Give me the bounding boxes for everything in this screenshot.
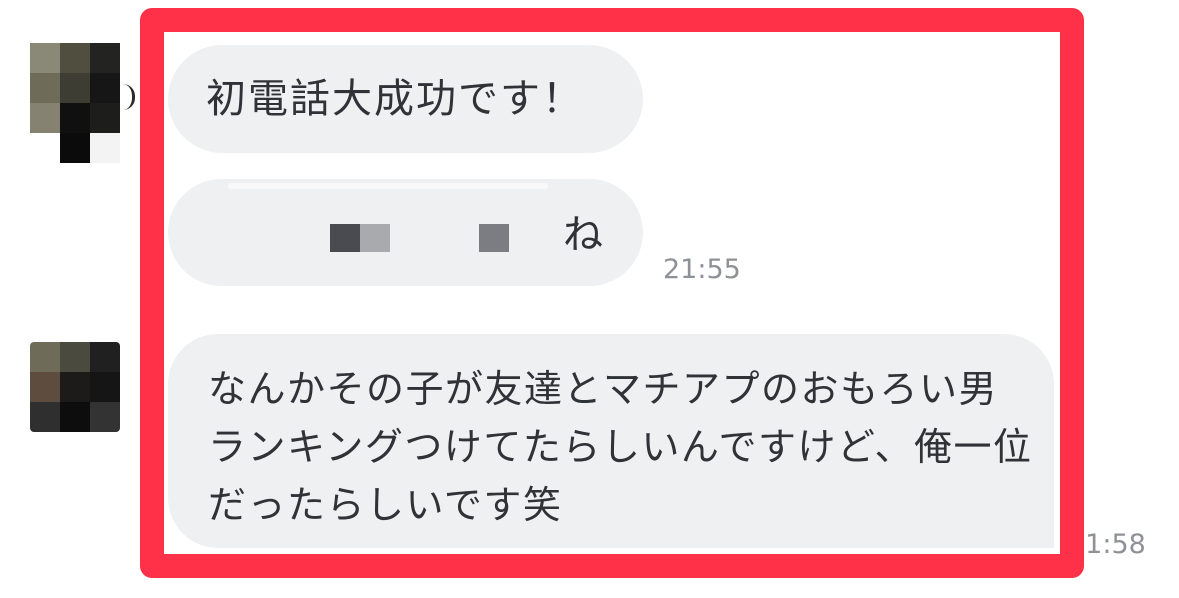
redacted-text — [479, 224, 509, 252]
avatar-pixel — [30, 342, 60, 372]
message-bubble[interactable]: なんかその子が友達とマチアプのおもろい男ランキングつけてたらしいんですけど、俺一… — [168, 334, 1054, 548]
message-bubble[interactable]: ね — [168, 179, 643, 286]
avatar-pixel — [60, 73, 90, 103]
message-text: ね — [563, 212, 603, 258]
avatar-pixel — [60, 43, 90, 73]
avatar-pixel — [90, 372, 120, 402]
avatar-pixel — [30, 372, 60, 402]
avatar-pixel — [60, 372, 90, 402]
avatar-pixel — [90, 43, 120, 73]
sender-avatar[interactable] — [30, 342, 120, 432]
avatar-pixel — [30, 103, 60, 133]
sender-avatar[interactable] — [30, 43, 120, 133]
redacted-text — [360, 224, 390, 252]
avatar-pixel — [60, 402, 90, 432]
avatar-edge — [122, 84, 135, 110]
message-text: 初電話大成功です！ — [206, 76, 584, 122]
avatar-pixel — [90, 402, 120, 432]
avatar-pixel — [90, 133, 120, 163]
avatar-pixel — [30, 73, 60, 103]
avatar-pixel — [30, 402, 60, 432]
avatar-pixel — [30, 43, 60, 73]
message-bubble[interactable]: 初電話大成功です！ — [168, 45, 643, 153]
redacted-text — [330, 224, 360, 252]
message-text: なんかその子が友達とマチアプのおもろい男ランキングつけてたらしいんですけど、俺一… — [208, 367, 1033, 527]
avatar-pixel — [60, 342, 90, 372]
avatar-pixel — [90, 103, 120, 133]
message-timestamp: 21:58 — [1068, 529, 1146, 560]
avatar-pixel — [90, 73, 120, 103]
message-timestamp: 21:55 — [663, 254, 741, 285]
redaction-strip — [228, 183, 548, 189]
avatar-pixel — [90, 342, 120, 372]
avatar-pixel — [60, 133, 90, 163]
avatar-pixel — [60, 103, 90, 133]
